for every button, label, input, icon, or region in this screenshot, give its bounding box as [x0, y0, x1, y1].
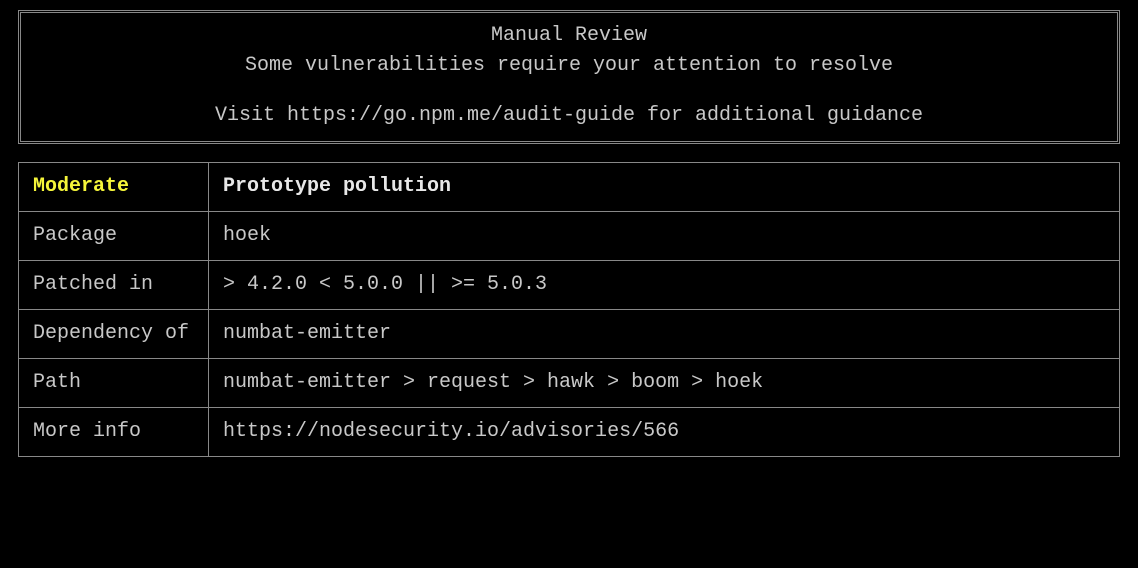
manual-review-banner: Manual Review Some vulnerabilities requi…	[18, 10, 1120, 144]
banner-subtitle: Some vulnerabilities require your attent…	[33, 51, 1105, 81]
row-value: > 4.2.0 < 5.0.0 || >= 5.0.3	[209, 261, 1120, 310]
row-label: Patched in	[19, 261, 209, 310]
vulnerability-table: ModeratePrototype pollutionPackagehoekPa…	[18, 162, 1120, 457]
table-row: Packagehoek	[19, 212, 1120, 261]
severity-label: Moderate	[33, 175, 129, 198]
row-value: numbat-emitter	[209, 310, 1120, 359]
row-label: Path	[19, 359, 209, 408]
vulnerability-title: Prototype pollution	[223, 175, 451, 198]
table-row: More infohttps://nodesecurity.io/advisor…	[19, 408, 1120, 457]
table-row: Moderate Prototype pollution	[19, 163, 1120, 212]
row-value: https://nodesecurity.io/advisories/566	[209, 408, 1120, 457]
row-value: hoek	[209, 212, 1120, 261]
table-row: Pathnumbat-emitter > request > hawk > bo…	[19, 359, 1120, 408]
banner-guide: Visit https://go.npm.me/audit-guide for …	[33, 101, 1105, 131]
row-label: More info	[19, 408, 209, 457]
table-row: Dependency ofnumbat-emitter	[19, 310, 1120, 359]
table-row: Patched in> 4.2.0 < 5.0.0 || >= 5.0.3	[19, 261, 1120, 310]
row-label: Dependency of	[19, 310, 209, 359]
row-label: Package	[19, 212, 209, 261]
row-value: numbat-emitter > request > hawk > boom >…	[209, 359, 1120, 408]
banner-title: Manual Review	[33, 21, 1105, 51]
